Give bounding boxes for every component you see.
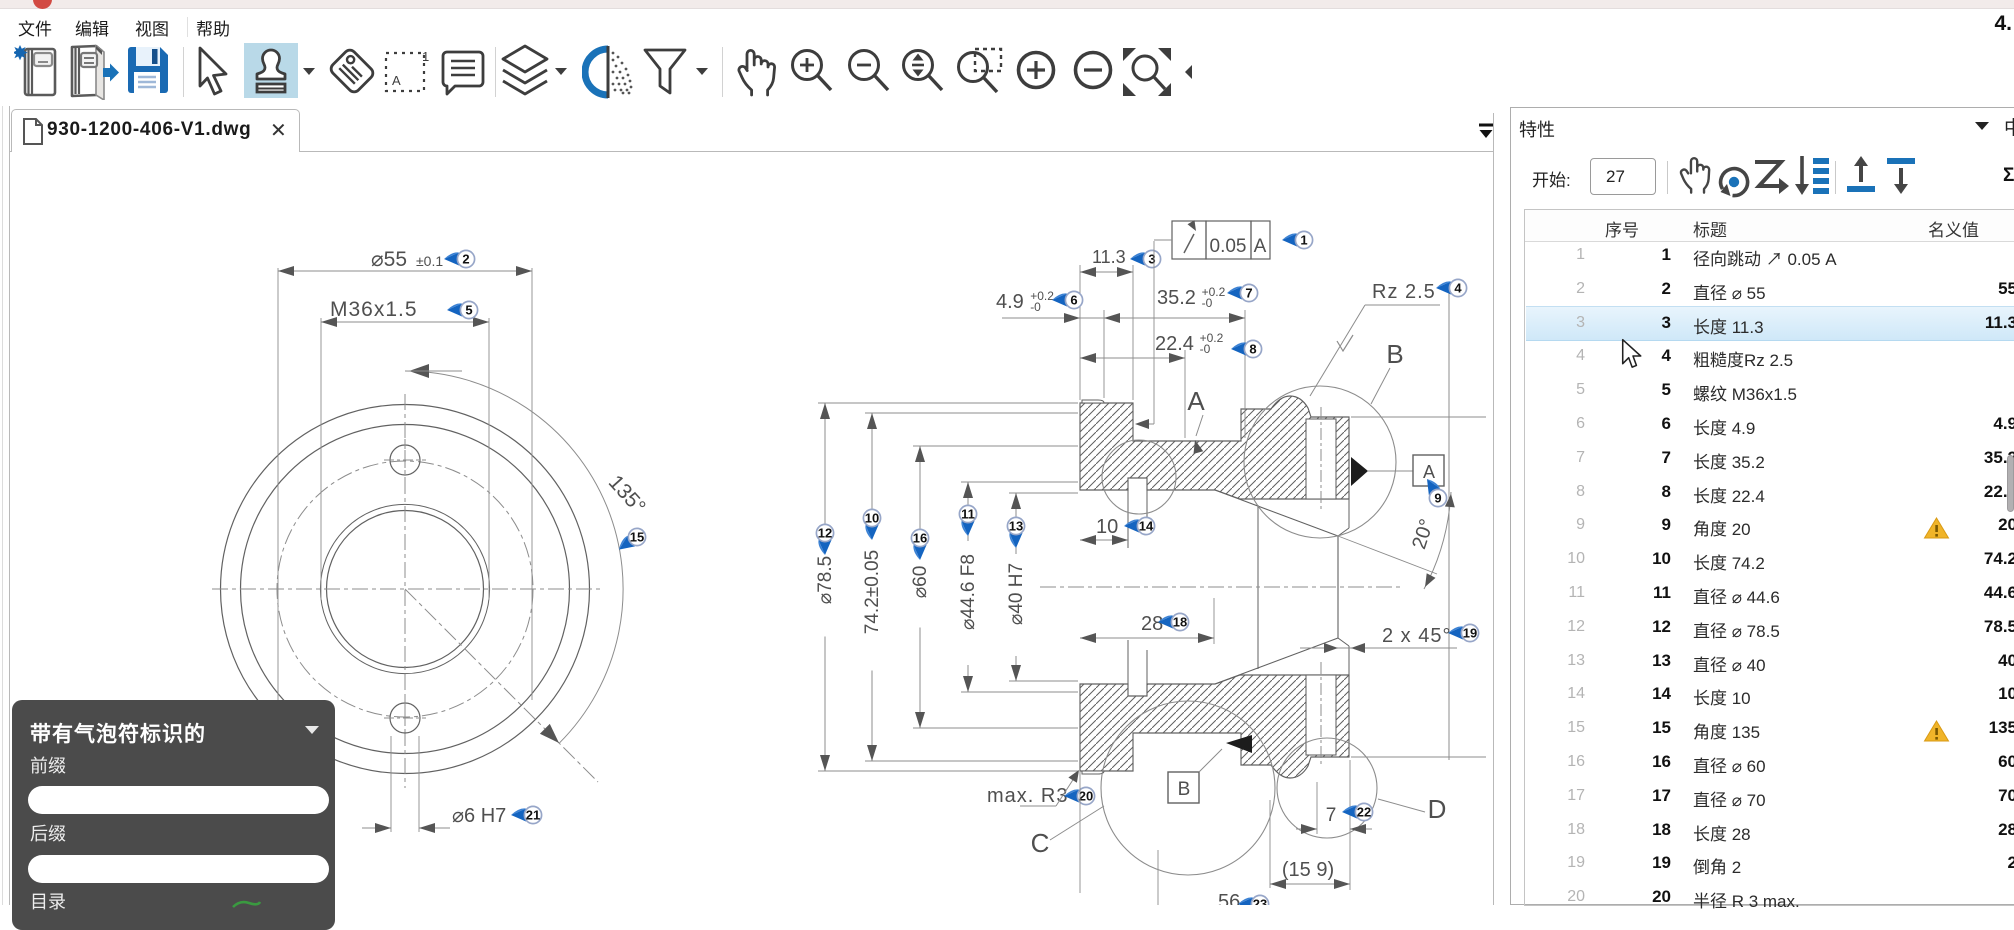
- svg-text:16: 16: [913, 531, 927, 546]
- svg-text:A: A: [392, 73, 401, 88]
- svg-text:B: B: [1178, 779, 1191, 800]
- svg-text:12: 12: [818, 526, 832, 541]
- svg-text:max. R3: max. R3: [987, 785, 1068, 807]
- svg-text:22.4: 22.4: [1155, 333, 1194, 355]
- svg-text:2 x 45°: 2 x 45°: [1382, 625, 1451, 647]
- svg-text:8: 8: [1249, 342, 1256, 357]
- svg-text:74.2±0.05: 74.2±0.05: [862, 550, 883, 634]
- svg-text:5: 5: [465, 303, 472, 318]
- svg-text:7: 7: [1245, 286, 1252, 301]
- svg-text:A: A: [1254, 236, 1267, 257]
- svg-text:21: 21: [526, 808, 540, 823]
- svg-text:1: 1: [1300, 233, 1307, 248]
- svg-text:B: B: [1386, 339, 1403, 369]
- svg-text:10: 10: [1096, 516, 1118, 538]
- svg-text:-0: -0: [1200, 342, 1211, 356]
- svg-text:A: A: [1423, 462, 1435, 482]
- svg-text:18: 18: [1173, 615, 1187, 630]
- svg-text:10: 10: [865, 511, 879, 526]
- svg-text:(15 9): (15 9): [1282, 859, 1334, 881]
- svg-text:13: 13: [1009, 519, 1023, 534]
- svg-text:0.05: 0.05: [1210, 236, 1247, 257]
- svg-text:D: D: [1428, 794, 1447, 824]
- svg-text:15: 15: [630, 530, 644, 545]
- svg-text:4.9: 4.9: [996, 291, 1024, 313]
- svg-text:2: 2: [462, 252, 469, 267]
- svg-text:⌀60: ⌀60: [910, 566, 931, 599]
- svg-text:M36x1.5: M36x1.5: [330, 298, 418, 321]
- svg-text:56: 56: [1218, 891, 1240, 905]
- svg-text:6: 6: [1070, 293, 1077, 308]
- svg-text:35.2: 35.2: [1157, 287, 1196, 309]
- svg-text:±0.1: ±0.1: [416, 253, 443, 269]
- svg-text:7: 7: [1326, 805, 1337, 826]
- svg-text:4: 4: [1454, 281, 1462, 296]
- svg-text:1: 1: [422, 49, 429, 64]
- svg-text:9: 9: [1434, 491, 1441, 506]
- svg-text:28: 28: [1141, 613, 1163, 635]
- svg-text:22: 22: [1357, 805, 1371, 820]
- svg-text:⌀55: ⌀55: [371, 248, 407, 271]
- svg-text:135°: 135°: [604, 471, 650, 519]
- svg-text:20°: 20°: [1408, 516, 1438, 552]
- svg-text:Rz 2.5: Rz 2.5: [1372, 281, 1436, 303]
- svg-text:⌀6 H7: ⌀6 H7: [452, 805, 506, 827]
- svg-text:⌀78.5: ⌀78.5: [815, 556, 836, 604]
- svg-text:20: 20: [1079, 789, 1093, 804]
- svg-text:A: A: [1187, 386, 1205, 416]
- svg-text:19: 19: [1463, 626, 1477, 641]
- svg-text:⌀44.6 F8: ⌀44.6 F8: [958, 554, 979, 630]
- svg-text:3: 3: [1148, 252, 1155, 267]
- svg-text:14: 14: [1139, 519, 1154, 534]
- svg-text:C: C: [1031, 828, 1050, 858]
- svg-text:11: 11: [961, 507, 975, 522]
- svg-text:23: 23: [1253, 897, 1267, 905]
- svg-text:-0: -0: [1202, 296, 1213, 310]
- svg-text:-0: -0: [1030, 300, 1041, 314]
- svg-text:11.3: 11.3: [1092, 247, 1126, 267]
- svg-text:⌀40 H7: ⌀40 H7: [1006, 563, 1027, 625]
